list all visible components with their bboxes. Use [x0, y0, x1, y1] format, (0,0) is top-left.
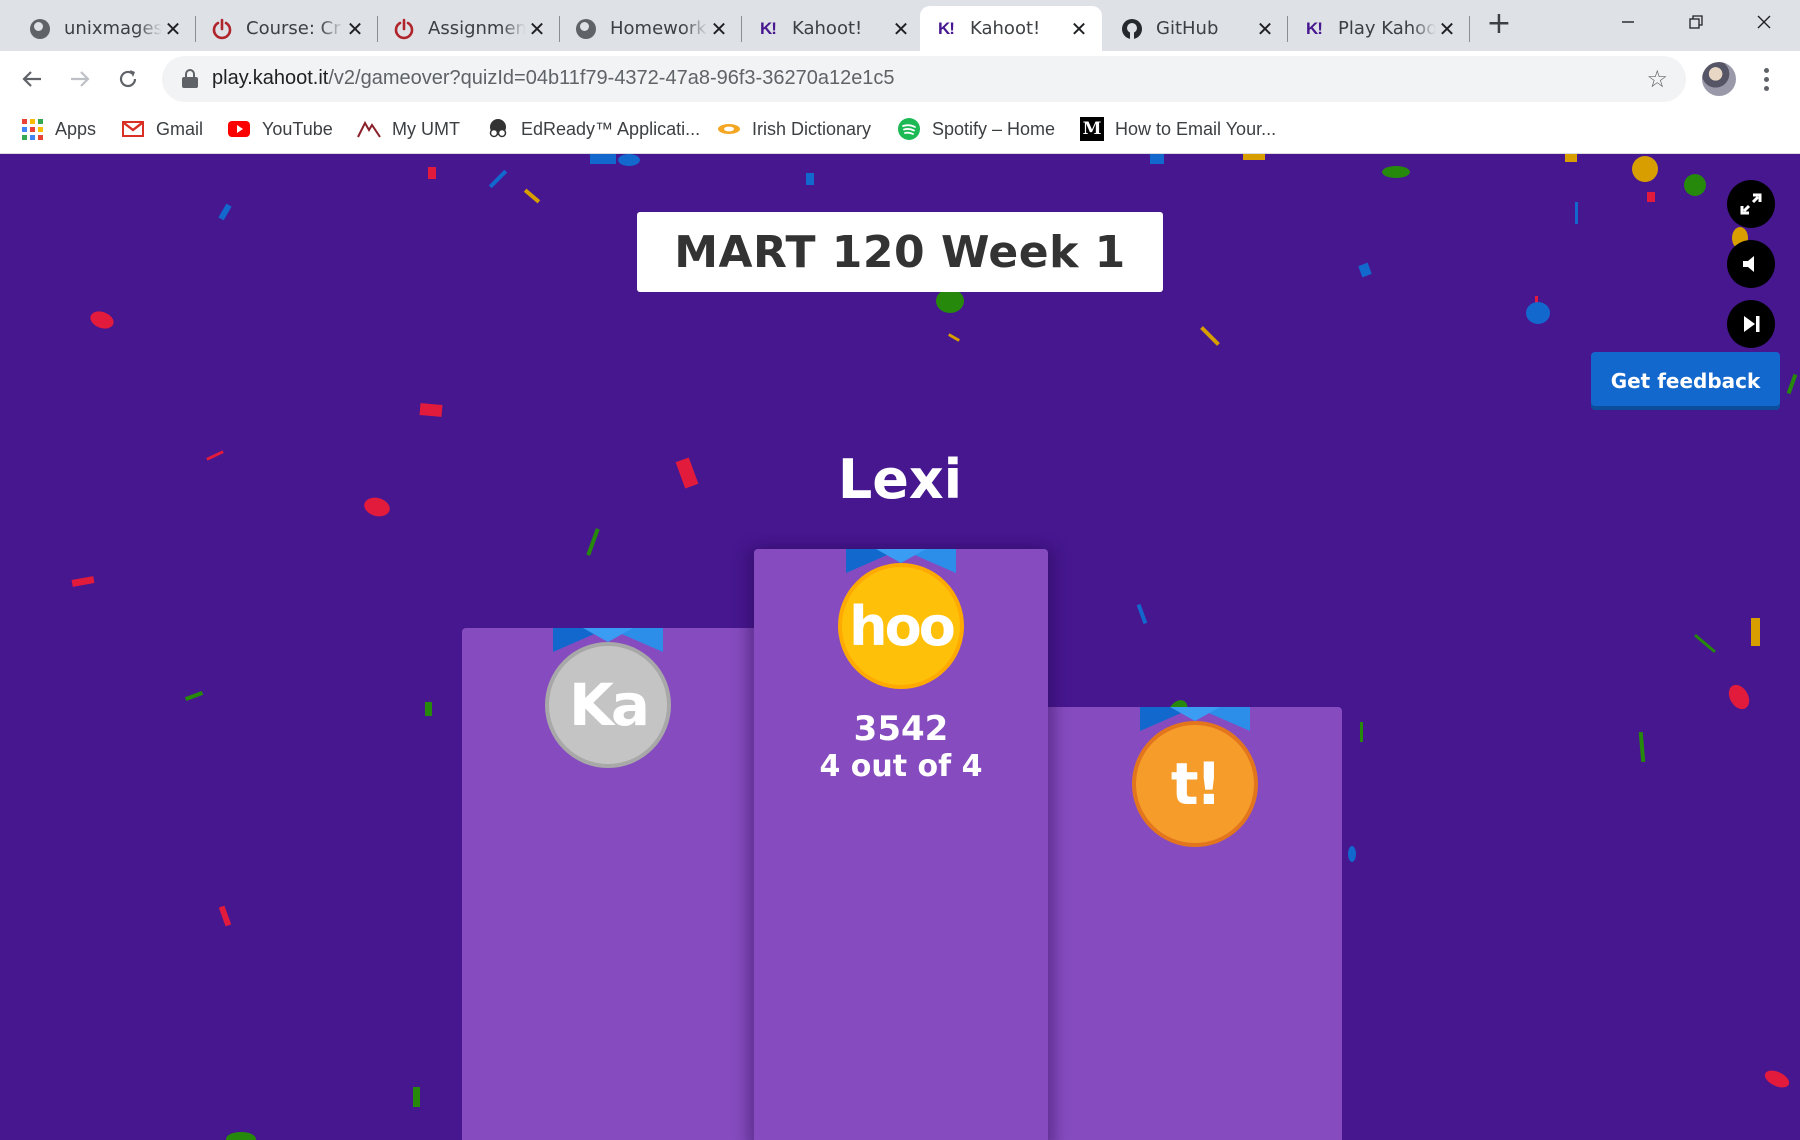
tab-title: Kahoot! [970, 18, 1041, 39]
restore-icon [1689, 15, 1703, 29]
bookmark-label: My UMT [392, 118, 460, 139]
tab-title: Assignmen [428, 18, 526, 39]
quiz-title: MART 120 Week 1 [637, 212, 1163, 292]
close-icon[interactable]: ✕ [162, 17, 184, 41]
bookmark-label: Gmail [156, 118, 204, 139]
new-tab-button[interactable]: + [1484, 9, 1514, 40]
tab-title: unixmages [64, 18, 162, 39]
power-icon [210, 17, 234, 41]
kahoot-icon: K! [938, 18, 955, 38]
bronze-medal-icon: t! [1132, 721, 1258, 847]
kahoot-icon: K! [1306, 18, 1323, 38]
close-window-button[interactable] [1730, 0, 1798, 44]
spotify-icon [897, 117, 921, 141]
bookmark-my-umt[interactable]: My UMT [357, 114, 460, 144]
edready-icon [486, 117, 510, 141]
forward-button[interactable] [62, 61, 98, 97]
bookmark-label: EdReady™ Applicati... [521, 118, 701, 139]
browser-tab-strip: unixmages ✕ Course: Cr ✕ Assignmen ✕ Hom… [0, 0, 1800, 51]
bookmark-label: Irish Dictionary [752, 118, 872, 139]
winner-name: Lexi [837, 448, 963, 511]
tab-title: Homework [610, 18, 707, 39]
medium-icon: M [1080, 117, 1104, 141]
close-icon[interactable]: ✕ [1436, 17, 1458, 41]
bookmark-medium[interactable]: M How to Email Your... [1080, 114, 1276, 144]
forward-arrow-icon [71, 71, 90, 87]
reload-icon [119, 70, 137, 88]
podium-third-place: t! [1048, 707, 1342, 1140]
browser-toolbar: play.kahoot.it/v2/gameover?quizId=04b11f… [0, 51, 1800, 106]
kahoot-gameover-screen: MART 120 Week 1 Lexi Get feedback Ka hoo… [0, 154, 1800, 1140]
github-icon [1120, 17, 1144, 41]
dictionary-icon [717, 117, 741, 141]
tab-title: Play Kahoo [1338, 18, 1436, 39]
minimize-icon [1622, 21, 1634, 23]
globe-icon [574, 17, 598, 41]
fullscreen-button[interactable] [1727, 180, 1775, 228]
umt-icon [357, 117, 381, 141]
browser-menu-icon[interactable] [1756, 63, 1776, 95]
bookmark-gmail[interactable]: Gmail [121, 114, 203, 144]
power-icon [392, 17, 416, 41]
close-icon[interactable]: ✕ [708, 17, 730, 41]
lock-icon [182, 69, 198, 88]
apps-grid-icon [20, 117, 44, 141]
back-button[interactable] [14, 61, 50, 97]
kahoot-icon: K! [760, 18, 777, 38]
bookmark-youtube[interactable]: YouTube [227, 114, 333, 144]
fullscreen-icon [1740, 193, 1762, 215]
volume-icon [1743, 256, 1754, 272]
bookmark-label: Apps [55, 118, 97, 139]
bookmark-label: Spotify – Home [932, 118, 1056, 139]
gold-medal-icon: hoo [838, 563, 964, 689]
globe-icon [28, 17, 52, 41]
tab-play-kahoot[interactable]: K! Play Kahoo ✕ [1288, 6, 1470, 51]
podium-first-place: hoo 3542 4 out of 4 [754, 549, 1048, 1140]
minimize-button[interactable] [1594, 0, 1662, 44]
podium-second-place: Ka [462, 628, 754, 1140]
youtube-icon [227, 117, 251, 141]
bookmark-label: YouTube [262, 118, 333, 139]
profile-avatar[interactable] [1702, 62, 1736, 96]
bookmarks-bar: Apps Gmail YouTube My UMT EdReady™ Appli… [0, 106, 1800, 154]
address-bar[interactable]: play.kahoot.it/v2/gameover?quizId=04b11f… [162, 56, 1686, 102]
winner-score: 3542 [853, 709, 949, 749]
bookmark-spotify[interactable]: Spotify – Home [897, 114, 1055, 144]
skip-button[interactable] [1727, 300, 1775, 348]
tab-course[interactable]: Course: Cr ✕ [196, 6, 378, 51]
tab-assignment[interactable]: Assignmen ✕ [378, 6, 560, 51]
tab-unixmages[interactable]: unixmages ✕ [14, 6, 196, 51]
gmail-icon [121, 117, 145, 141]
tab-separator [1469, 16, 1470, 42]
close-icon[interactable]: ✕ [1068, 17, 1090, 41]
bookmark-apps[interactable]: Apps [20, 114, 96, 144]
close-icon[interactable]: ✕ [1254, 17, 1276, 41]
bookmark-irish-dictionary[interactable]: Irish Dictionary [717, 114, 871, 144]
tab-title: Kahoot! [792, 18, 863, 39]
url-path: /v2/gameover?quizId=04b11f79-4372-47a8-9… [328, 67, 895, 89]
bookmark-label: How to Email Your... [1115, 118, 1277, 139]
tab-homework[interactable]: Homework ✕ [560, 6, 742, 51]
back-arrow-icon [22, 71, 41, 87]
volume-button[interactable] [1727, 240, 1775, 288]
get-feedback-button[interactable]: Get feedback [1591, 352, 1780, 410]
close-icon[interactable]: ✕ [526, 17, 548, 41]
reload-button[interactable] [110, 61, 146, 97]
close-icon[interactable]: ✕ [890, 17, 912, 41]
silver-medal-icon: Ka [545, 642, 671, 768]
close-icon[interactable]: ✕ [344, 17, 366, 41]
url-host: play.kahoot.it [212, 67, 329, 89]
tab-title: GitHub [1156, 18, 1219, 39]
url-text: play.kahoot.it/v2/gameover?quizId=04b11f… [212, 67, 895, 90]
bookmark-star-icon[interactable]: ☆ [1646, 65, 1668, 93]
restore-button[interactable] [1662, 0, 1730, 44]
tab-github[interactable]: GitHub ✕ [1106, 6, 1288, 51]
tab-title: Course: Cr [246, 18, 341, 39]
skip-icon [1744, 316, 1760, 332]
bookmark-edready[interactable]: EdReady™ Applicati... [486, 114, 700, 144]
tab-kahoot[interactable]: K! Kahoot! ✕ [742, 6, 924, 51]
tab-kahoot-active[interactable]: K! Kahoot! ✕ [920, 6, 1102, 51]
close-window-icon [1757, 15, 1771, 29]
winner-correct-count: 4 out of 4 [819, 749, 983, 784]
